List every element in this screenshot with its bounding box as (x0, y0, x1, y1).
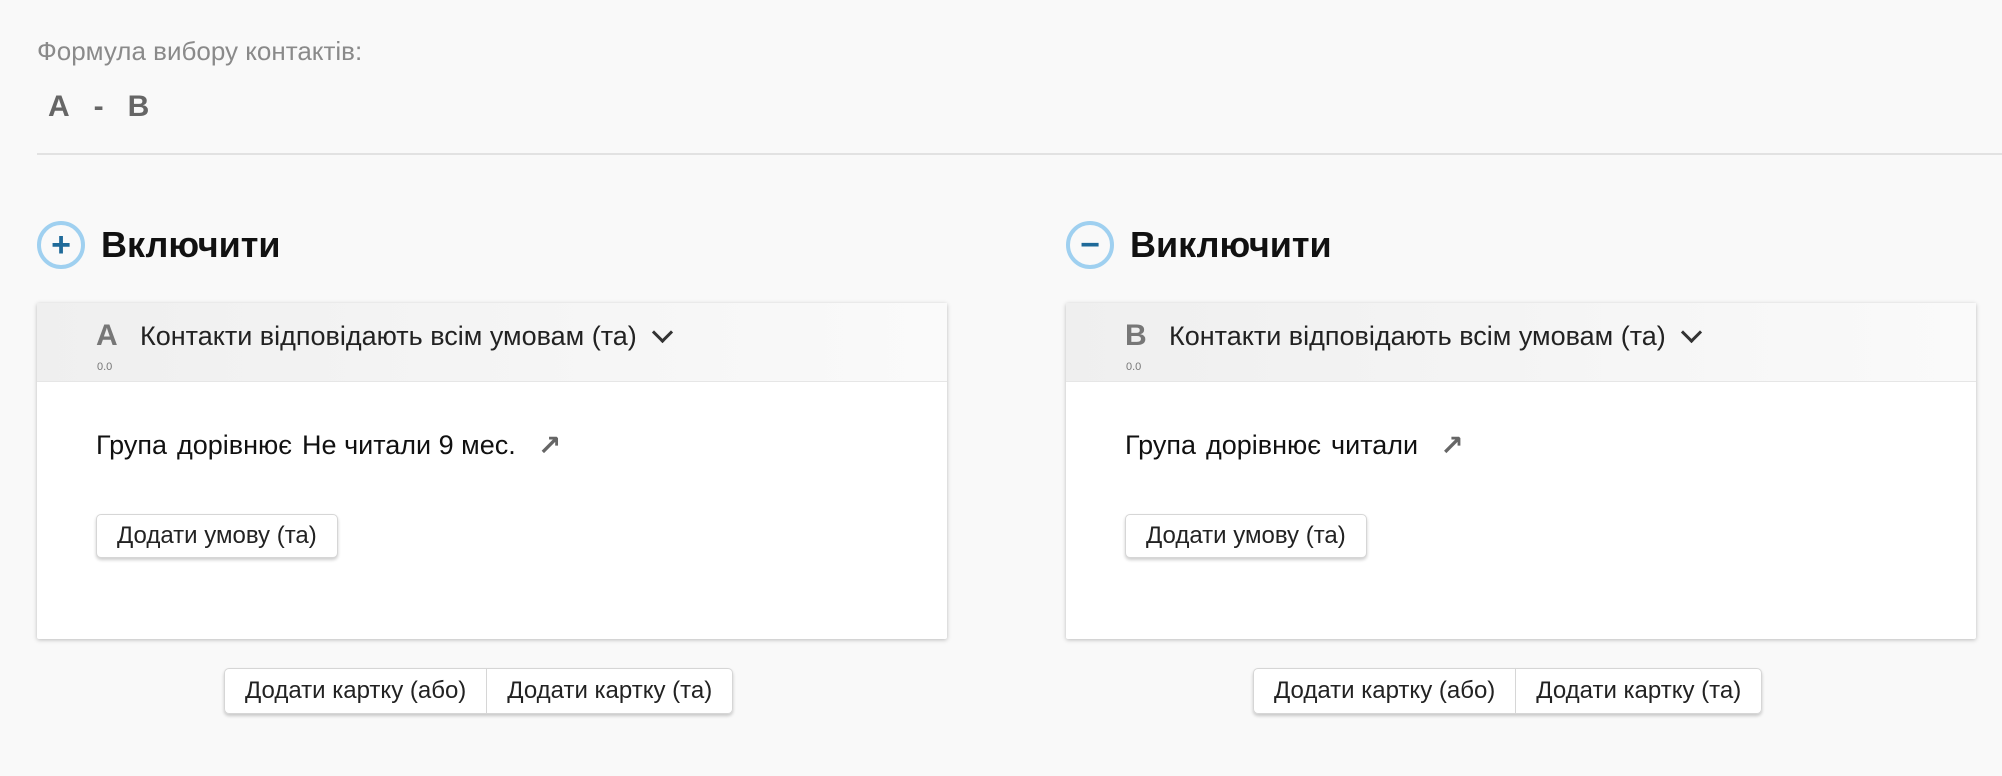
formula-label: Формула вибору контактів: (37, 36, 363, 66)
card: B 0.0 Контакти відповідають всім умовам … (1066, 303, 1976, 639)
condition-value: Не читали 9 мес. (302, 430, 516, 460)
match-mode-dropdown[interactable]: Контакти відповідають всім умовам (та) (140, 321, 673, 352)
section-title: Виключити (1130, 224, 1332, 265)
arrow-up-right-icon[interactable]: ↗ (1440, 429, 1463, 462)
add-card-or-button[interactable]: Додати картку (або) (224, 668, 488, 714)
card-letter: B (1125, 319, 1147, 352)
add-card-and-button[interactable]: Додати картку (та) (487, 668, 734, 714)
section-title: Включити (101, 224, 281, 265)
exclude-section: − Виключити B 0.0 Контакти відповідають … (1066, 220, 1978, 714)
card: A 0.0 Контакти відповідають всім умовам … (37, 303, 947, 639)
add-condition-button[interactable]: Додати умову (та) (96, 514, 338, 558)
arrow-up-right-icon[interactable]: ↗ (538, 429, 561, 462)
section-header: − Виключити (1066, 220, 1978, 270)
add-condition-button[interactable]: Додати умову (та) (1125, 514, 1367, 558)
card-header: B 0.0 Контакти відповідають всім умовам … (1066, 303, 1976, 382)
card-letter: A (96, 319, 118, 352)
add-card-and-button[interactable]: Додати картку (та) (1516, 668, 1763, 714)
condition-field: Група (96, 430, 167, 460)
condition-field: Група (1125, 430, 1196, 460)
minus-icon: − (1066, 221, 1114, 269)
match-mode-dropdown[interactable]: Контакти відповідають всім умовам (та) (1169, 321, 1702, 352)
divider (37, 153, 2002, 155)
match-mode-label: Контакти відповідають всім умовам (та) (140, 321, 637, 351)
formula-operator: - (93, 90, 104, 123)
plus-icon: + (37, 221, 85, 269)
condition-row[interactable]: Група дорівнює читали ↗ (1125, 429, 1464, 462)
condition-row[interactable]: Група дорівнює Не читали 9 мес. ↗ (96, 429, 561, 462)
condition-value: читали (1331, 430, 1419, 460)
add-card-buttons: Додати картку (або) Додати картку (та) (224, 668, 734, 714)
chevron-down-icon[interactable] (1680, 321, 1702, 344)
card-version: 0.0 (1126, 361, 1142, 373)
formula-right: B (127, 90, 150, 123)
formula-left: A (48, 90, 70, 123)
chevron-down-icon[interactable] (651, 321, 673, 344)
add-card-buttons: Додати картку (або) Додати картку (та) (1253, 668, 1763, 714)
include-section: + Включити A 0.0 Контакти відповідають в… (37, 220, 949, 714)
condition-operator: дорівнює (1205, 430, 1322, 460)
card-header: A 0.0 Контакти відповідають всім умовам … (37, 303, 947, 382)
formula-expression: A - B (48, 90, 149, 124)
match-mode-label: Контакти відповідають всім умовам (та) (1169, 321, 1666, 351)
section-header: + Включити (37, 220, 949, 270)
card-version: 0.0 (97, 361, 113, 373)
condition-operator: дорівнює (176, 430, 293, 460)
add-card-or-button[interactable]: Додати картку (або) (1253, 668, 1517, 714)
